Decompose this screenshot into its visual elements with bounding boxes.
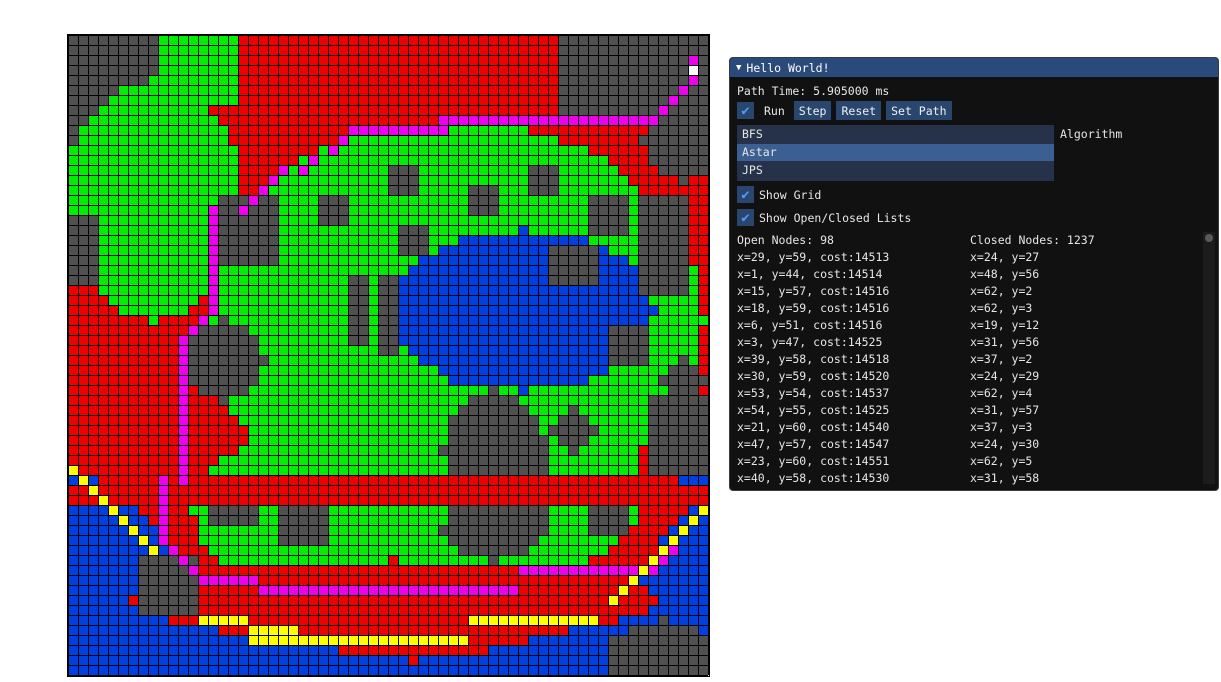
closed-node-entry: x=31, y=58 [970,471,1040,485]
node-lists-child[interactable]: Open Nodes: 98 Closed Nodes: 1237 x=29, … [737,232,1217,486]
closed-node-entry: x=24, y=30 [970,437,1040,451]
closed-node-entry: x=37, y=2 [970,352,1033,366]
open-node-entry: x=3, y=47, cost:14525 [737,335,883,349]
show-lists-checkbox[interactable]: ✔ [737,209,754,226]
checkmark-icon: ✔ [741,209,750,226]
list-row: x=15, y=57, cost:14516 x=62, y=2 [737,283,1197,300]
run-label: Run [764,103,785,118]
open-node-entry: x=21, y=60, cost:14540 [737,420,890,434]
algorithm-listbox[interactable]: BFS Astar JPS [737,125,1054,181]
open-node-entry: x=1, y=44, cost:14514 [737,267,883,281]
list-row: x=3, y=47, cost:14525 x=31, y=56 [737,334,1197,351]
closed-node-entry: x=31, y=57 [970,403,1040,417]
closed-node-entry: x=62, y=3 [970,301,1033,315]
closed-node-entry: x=48, y=56 [970,267,1040,281]
pathfinding-grid[interactable] [67,34,710,677]
set-path-button[interactable]: Set Path [886,101,952,120]
path-time-label: Path Time: 5.905000 ms [737,84,890,98]
list-row: x=54, y=55, cost:14525 x=31, y=57 [737,402,1197,419]
closed-node-entry: x=24, y=29 [970,369,1040,383]
algorithm-option-bfs[interactable]: BFS [737,126,1054,143]
checkmark-icon: ✔ [741,186,750,203]
open-node-entry: x=54, y=55, cost:14525 [737,403,890,417]
algorithm-label: Algorithm [1060,127,1123,141]
list-row: x=29, y=59, cost:14513 x=24, y=27 [737,249,1197,266]
scrollbar-thumb[interactable] [1205,234,1213,242]
open-node-entry: x=15, y=57, cost:14516 [737,284,890,298]
reset-button[interactable]: Reset [836,101,882,120]
step-button[interactable]: Step [793,101,832,120]
list-row: x=23, y=60, cost:14551 x=62, y=5 [737,453,1197,470]
closed-nodes-header: Closed Nodes: 1237 [970,233,1095,247]
closed-node-entry: x=19, y=12 [970,318,1040,332]
open-node-entry: x=30, y=59, cost:14520 [737,369,890,383]
imgui-window: ▼ Hello World! Path Time: 5.905000 ms ✔ … [729,57,1219,491]
control-row: ✔ Run Step Reset Set Path [737,101,952,120]
list-row: x=40, y=58, cost:14530 x=31, y=58 [737,470,1197,486]
open-node-entry: x=53, y=54, cost:14537 [737,386,890,400]
open-node-entry: x=29, y=59, cost:14513 [737,250,890,264]
closed-node-entry: x=24, y=27 [970,250,1040,264]
checkmark-icon: ✔ [741,102,750,119]
closed-node-entry: x=62, y=4 [970,386,1033,400]
list-row: x=39, y=58, cost:14518 x=37, y=2 [737,351,1197,368]
open-node-entry: x=40, y=58, cost:14530 [737,471,890,485]
window-title-bar[interactable]: ▼ Hello World! [730,58,1218,77]
list-row: x=1, y=44, cost:14514 x=48, y=56 [737,266,1197,283]
collapse-triangle-icon[interactable]: ▼ [736,63,741,73]
show-grid-row: ✔ Show Grid [737,186,825,203]
show-lists-row: ✔ Show Open/Closed Lists [737,209,915,226]
open-node-entry: x=23, y=60, cost:14551 [737,454,890,468]
list-row: x=47, y=57, cost:14547 x=24, y=30 [737,436,1197,453]
closed-node-entry: x=62, y=2 [970,284,1033,298]
list-row: x=6, y=51, cost:14516 x=19, y=12 [737,317,1197,334]
closed-node-entry: x=62, y=5 [970,454,1033,468]
list-row: x=30, y=59, cost:14520 x=24, y=29 [737,368,1197,385]
open-node-entry: x=47, y=57, cost:14547 [737,437,890,451]
lists-scrollbar[interactable] [1203,232,1215,484]
closed-node-entry: x=31, y=56 [970,335,1040,349]
run-checkbox[interactable]: ✔ [737,102,754,119]
open-node-entry: x=6, y=51, cost:14516 [737,318,883,332]
list-row: x=53, y=54, cost:14537 x=62, y=4 [737,385,1197,402]
open-node-entry: x=18, y=59, cost:14516 [737,301,890,315]
open-node-entry: x=39, y=58, cost:14518 [737,352,890,366]
algorithm-option-astar[interactable]: Astar [737,144,1054,161]
lists-header-row: Open Nodes: 98 Closed Nodes: 1237 [737,232,1197,249]
show-lists-label: Show Open/Closed Lists [759,210,912,225]
list-row: x=21, y=60, cost:14540 x=37, y=3 [737,419,1197,436]
window-title: Hello World! [746,60,830,75]
open-nodes-header: Open Nodes: 98 [737,233,834,247]
closed-node-entry: x=37, y=3 [970,420,1033,434]
algorithm-option-jps[interactable]: JPS [737,162,1054,179]
show-grid-label: Show Grid [759,187,822,202]
show-grid-checkbox[interactable]: ✔ [737,186,754,203]
list-row: x=18, y=59, cost:14516 x=62, y=3 [737,300,1197,317]
